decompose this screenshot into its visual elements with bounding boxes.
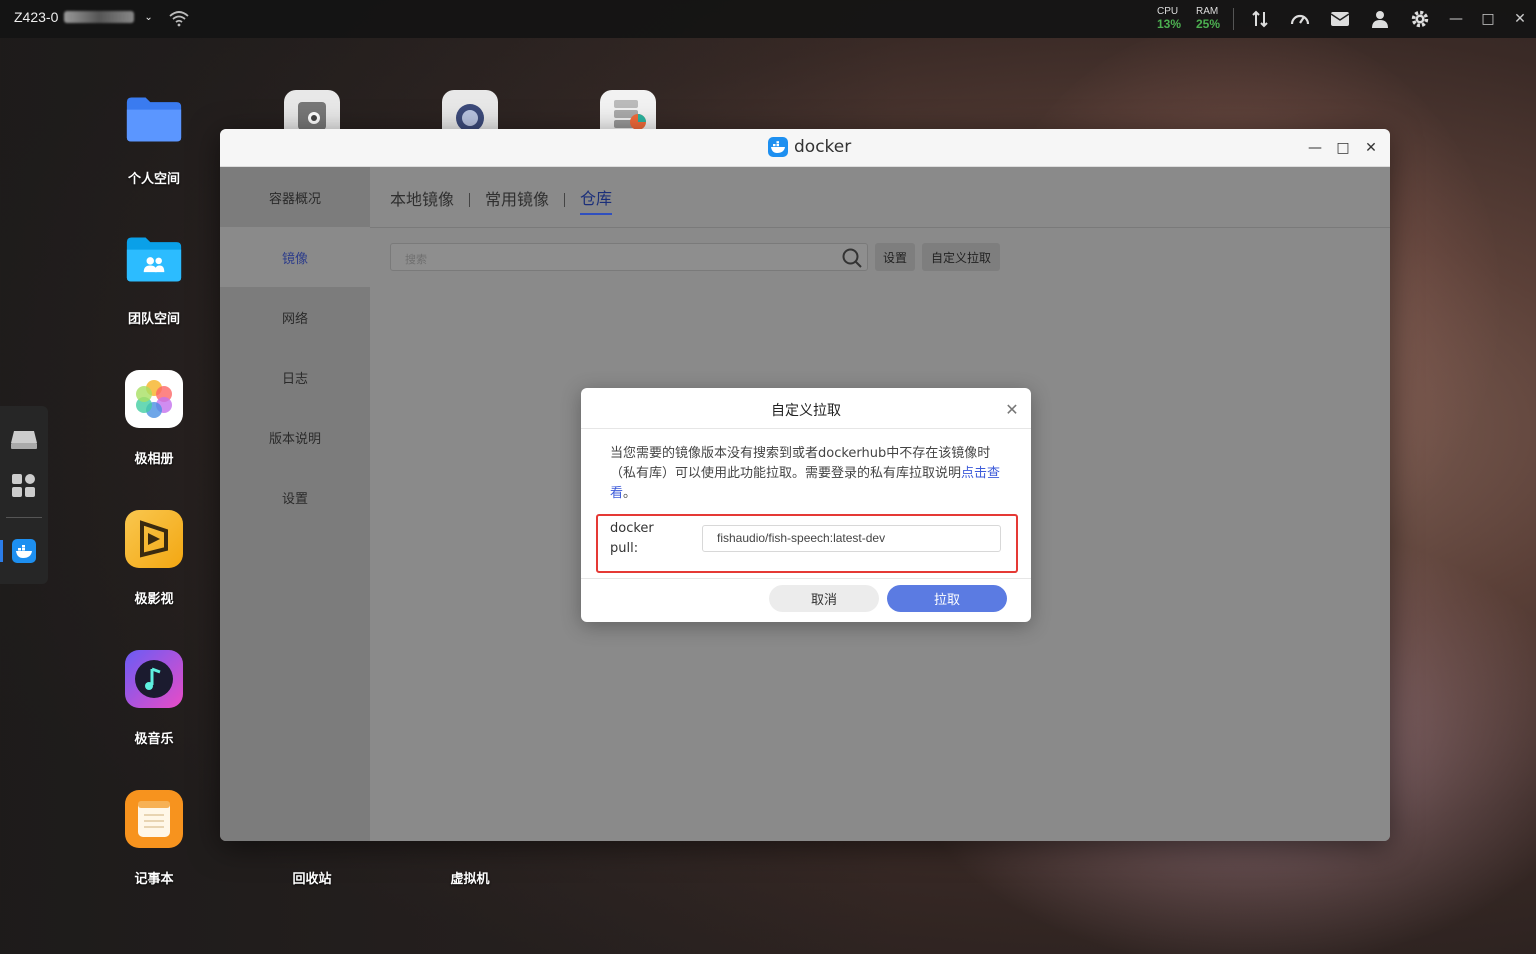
desktop-icon-label: 极相册 [134, 452, 174, 467]
storage-app-icon[interactable] [600, 90, 656, 130]
cpu-usage: CPU 13% [1157, 5, 1181, 31]
desktop-icon-photos[interactable]: 极相册 [104, 370, 204, 467]
dialog-description: 当您需要的镜像版本没有搜索到或者dockerhub中不存在该镜像时（私有库）可以… [610, 444, 1010, 504]
dialog-title: 自定义拉取 [771, 403, 841, 419]
window-titlebar: docker — □ ✕ [220, 129, 1390, 167]
desktop-icon-notes[interactable]: 记事本 [104, 790, 204, 887]
top-bar: Z423-0 ⌄ CPU 13% RAM 25% — □ ✕ [0, 0, 1536, 38]
desktop-icon-video[interactable]: 极影视 [104, 510, 204, 607]
desktop-icon-label: 虚拟机 [450, 872, 490, 887]
custom-pull-dialog: 自定义拉取 ✕ 当您需要的镜像版本没有搜索到或者dockerhub中不存在该镜像… [581, 388, 1031, 622]
sidebar-item-overview[interactable]: 容器概况 [220, 167, 370, 227]
sidebar-item-network[interactable]: 网络 [220, 287, 370, 347]
desktop-icon-personal-space[interactable]: 个人空间 [104, 90, 204, 187]
sidebar-item-settings[interactable]: 设置 [220, 467, 370, 527]
desktop-icon-music[interactable]: 极音乐 [104, 650, 204, 747]
tab-repository[interactable]: 仓库 [580, 185, 613, 215]
transfer-icon[interactable] [1240, 0, 1280, 38]
desktop-icon-label: 极影视 [134, 592, 174, 607]
maximize-icon[interactable]: □ [1472, 0, 1504, 38]
docker-sidebar: 容器概况 镜像 网络 日志 版本说明 设置 [220, 167, 370, 841]
ram-value: 25% [1196, 17, 1221, 31]
docker-pull-label: docker pull: [610, 521, 654, 556]
custom-pull-button[interactable]: 自定义拉取 [922, 243, 1000, 271]
search-icon[interactable] [841, 247, 863, 269]
desktop-icon-team-space[interactable]: 团队空间 [104, 230, 204, 327]
docker-icon[interactable] [10, 537, 38, 565]
window-title: docker [794, 137, 852, 157]
chevron-down-icon: ⌄ [144, 11, 153, 23]
safe-app-icon[interactable] [284, 90, 340, 130]
desktop-icon-label: 回收站 [292, 872, 332, 887]
settings-button[interactable]: 设置 [875, 243, 915, 271]
desktop-icon-label: 个人空间 [127, 172, 180, 187]
description-end: 。 [623, 486, 637, 501]
cancel-button[interactable]: 取消 [769, 585, 879, 612]
gear-icon[interactable] [1400, 0, 1440, 38]
device-name: Z423-0 [14, 9, 59, 25]
device-selector[interactable]: Z423-0 ⌄ [14, 9, 153, 25]
window-maximize-icon[interactable]: □ [1332, 137, 1354, 159]
mail-icon[interactable] [1320, 0, 1360, 38]
team-folder-icon [125, 230, 183, 288]
drive-icon[interactable] [10, 426, 38, 454]
redacted-text [64, 11, 135, 23]
system-settings-app-icon[interactable] [442, 90, 498, 132]
notes-icon [125, 790, 183, 848]
music-icon [125, 650, 183, 708]
docker-logo-icon [768, 137, 788, 157]
wifi-icon[interactable] [168, 8, 190, 28]
video-icon [125, 510, 183, 568]
user-icon[interactable] [1360, 0, 1400, 38]
dialog-close-icon[interactable]: ✕ [1003, 400, 1021, 419]
sidebar-item-images[interactable]: 镜像 [220, 227, 370, 287]
sidebar-item-logs[interactable]: 日志 [220, 347, 370, 407]
tab-local-images[interactable]: 本地镜像 [390, 186, 454, 214]
pull-button[interactable]: 拉取 [887, 585, 1007, 612]
sidebar-item-release-notes[interactable]: 版本说明 [220, 407, 370, 467]
search-placeholder: 搜索 [405, 253, 427, 266]
folder-icon [125, 90, 183, 148]
ram-usage: RAM 25% [1196, 5, 1220, 31]
desktop-icon-label: 记事本 [134, 872, 174, 887]
speedometer-icon[interactable] [1280, 0, 1320, 38]
window-minimize-icon[interactable]: — [1304, 137, 1326, 159]
image-tabs: 本地镜像 常用镜像 仓库 [390, 185, 613, 215]
search-input[interactable]: 搜索 [390, 243, 868, 271]
apps-grid-icon[interactable] [10, 472, 38, 500]
description-text: 当您需要的镜像版本没有搜索到或者dockerhub中不存在该镜像时（私有库）可以… [610, 446, 991, 481]
desktop-icon-label: 极音乐 [134, 732, 174, 747]
close-icon[interactable]: ✕ [1504, 0, 1536, 38]
desktop-icon-label: 团队空间 [127, 312, 180, 327]
left-dock [0, 406, 48, 584]
photos-icon [125, 370, 183, 428]
cpu-value: 13% [1157, 17, 1182, 31]
window-close-icon[interactable]: ✕ [1360, 137, 1382, 159]
tab-common-images[interactable]: 常用镜像 [485, 186, 549, 214]
minimize-icon[interactable]: — [1440, 0, 1472, 38]
docker-pull-input[interactable]: fishaudio/fish-speech:latest-dev [702, 525, 1001, 552]
